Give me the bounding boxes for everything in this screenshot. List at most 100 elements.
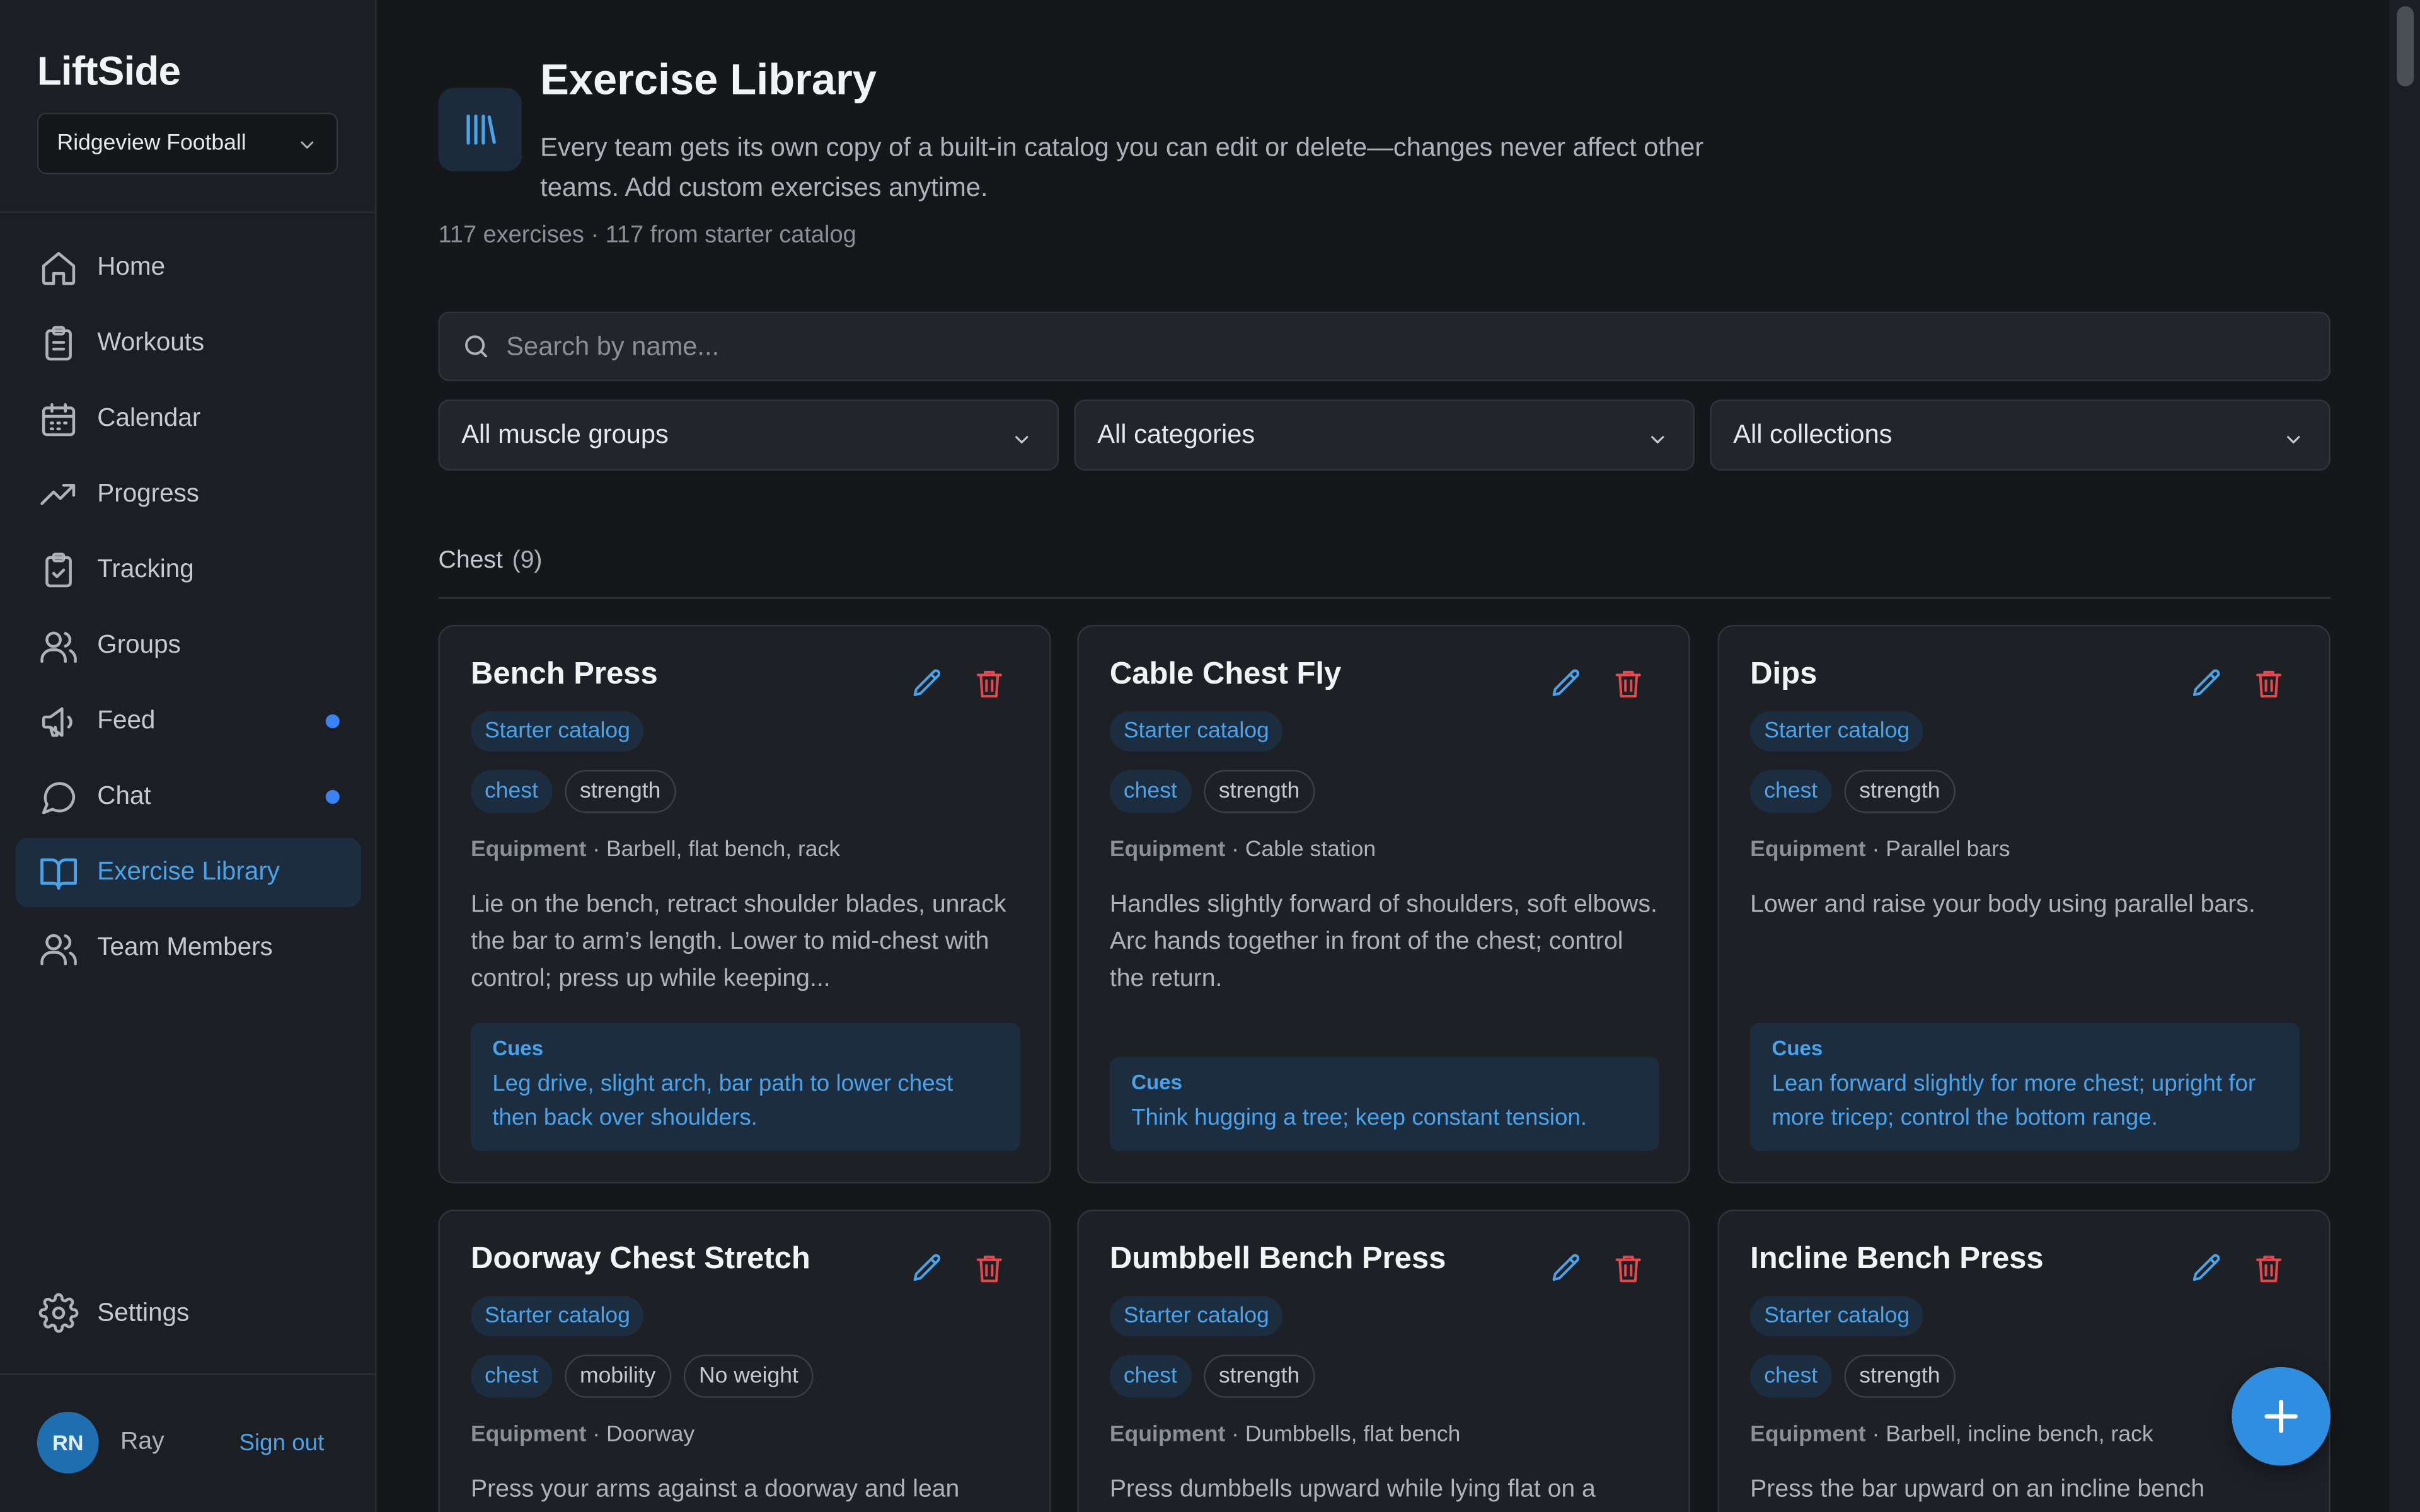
page-description: Every team gets its own copy of a built-… — [540, 132, 1704, 202]
sidebar-item-tracking[interactable]: Tracking — [15, 536, 361, 605]
sidebar-item-label: Team Members — [97, 933, 273, 961]
team-select-value: Ridgeview Football — [57, 131, 246, 156]
equipment-value: Barbell, flat bench, rack — [606, 837, 841, 862]
edit-icon[interactable] — [911, 1251, 945, 1285]
section-title: Chest — [438, 547, 503, 575]
add-exercise-button[interactable] — [2232, 1366, 2331, 1466]
exercise-description: Lie on the bench, retract shoulder blade… — [470, 891, 1006, 992]
sidebar-item-progress[interactable]: Progress — [15, 460, 361, 529]
sidebar-item-label: Groups — [97, 631, 181, 659]
category-select[interactable]: All categories — [1074, 399, 1695, 471]
scrollbar-thumb[interactable] — [2397, 6, 2414, 87]
cues-heading: Cues — [1772, 1036, 1823, 1060]
sidebar-item-groups[interactable]: Groups — [15, 611, 361, 680]
category-tag: strength — [1203, 770, 1315, 813]
exercise-description: Handles slightly forward of shoulders, s… — [1109, 891, 1657, 992]
cues-box: Cues Lean forward slightly for more ches… — [1750, 1022, 2300, 1151]
sign-out-link[interactable]: Sign out — [239, 1429, 324, 1456]
cues-heading: Cues — [1131, 1070, 1182, 1094]
chevron-down-icon — [1647, 427, 1668, 458]
trending-up-icon — [37, 473, 81, 517]
megaphone-icon — [37, 700, 81, 743]
weight-tag: No weight — [683, 1354, 814, 1398]
sidebar-item-exercise-library[interactable]: Exercise Library — [15, 837, 362, 908]
sidebar-item-calendar[interactable]: Calendar — [15, 384, 361, 454]
exercise-description: Press your arms against a doorway and le… — [470, 1476, 960, 1503]
library-icon — [438, 88, 522, 171]
sidebar-item-label: Settings — [97, 1298, 190, 1326]
cues-box: Cues Think hugging a tree; keep constant… — [1109, 1057, 1659, 1151]
home-icon — [37, 246, 81, 290]
equipment-line: Equipment · Doorway — [470, 1422, 695, 1448]
trash-icon[interactable] — [972, 667, 1006, 701]
sidebar-item-label: Home — [97, 253, 166, 281]
exercise-description: Press the bar upward on an incline bench — [1750, 1476, 2205, 1503]
cues-text: Lean forward slightly for more chest; up… — [1772, 1070, 2256, 1131]
source-badge: Starter catalog — [470, 711, 644, 752]
chevron-down-icon — [1011, 427, 1032, 458]
search-box — [438, 311, 2331, 381]
equipment-line: Equipment · Dumbbells, flat bench — [1109, 1422, 1461, 1448]
edit-icon[interactable] — [1550, 1251, 1584, 1285]
scrollbar-track[interactable] — [2389, 0, 2420, 1512]
trash-icon[interactable] — [2252, 1251, 2286, 1285]
calendar-icon — [37, 398, 81, 441]
source-badge: Starter catalog — [1109, 711, 1283, 752]
edit-icon[interactable] — [2190, 667, 2224, 701]
sidebar-item-chat[interactable]: Chat — [15, 762, 361, 832]
edit-icon[interactable] — [1550, 667, 1584, 701]
trash-icon[interactable] — [972, 1251, 1006, 1285]
edit-icon[interactable] — [2190, 1251, 2224, 1285]
exercise-title: Dumbbell Bench Press — [1109, 1242, 1446, 1276]
exercise-card[interactable]: Bench Press Starter catalog chest streng… — [438, 624, 1051, 1184]
sidebar-item-settings[interactable]: Settings — [37, 1292, 190, 1335]
trash-icon[interactable] — [2252, 667, 2286, 701]
edit-icon[interactable] — [911, 667, 945, 701]
search-input[interactable] — [503, 329, 2208, 364]
unread-dot — [325, 789, 340, 804]
exercise-card[interactable]: Dumbbell Bench Press Starter catalog che… — [1077, 1210, 1690, 1512]
muscle-tag: chest — [1750, 770, 1832, 813]
sidebar-item-feed[interactable]: Feed — [15, 687, 361, 756]
equipment-value: Cable station — [1245, 837, 1376, 862]
equipment-label: Equipment — [470, 1422, 587, 1448]
exercise-title: Dips — [1750, 657, 1818, 692]
exercise-card[interactable]: Cable Chest Fly Starter catalog chest st… — [1077, 624, 1690, 1184]
muscle-tag: chest — [1109, 770, 1191, 813]
tag-list: chest strength — [1109, 770, 1328, 813]
cues-heading: Cues — [492, 1036, 544, 1060]
section-divider — [438, 597, 2331, 599]
page-title: Exercise Library — [540, 55, 877, 104]
trash-icon[interactable] — [1611, 667, 1645, 701]
sidebar-item-label: Workouts — [97, 328, 205, 357]
plus-icon — [2259, 1395, 2303, 1438]
unread-dot — [325, 714, 340, 728]
message-circle-icon — [37, 776, 81, 819]
exercise-card[interactable]: Doorway Chest Stretch Starter catalog ch… — [438, 1210, 1051, 1512]
equipment-label: Equipment — [470, 837, 587, 862]
muscle-group-select[interactable]: All muscle groups — [438, 399, 1059, 471]
equipment-line: Equipment · Parallel bars — [1750, 837, 2010, 862]
clipboard-check-icon — [37, 549, 81, 592]
category-tag: mobility — [564, 1354, 671, 1398]
team-select[interactable]: Ridgeview Football — [37, 112, 338, 175]
exercise-card[interactable]: Incline Bench Press Starter catalog ches… — [1717, 1210, 2331, 1512]
cues-text: Think hugging a tree; keep constant tens… — [1131, 1104, 1587, 1131]
trash-icon[interactable] — [1611, 1251, 1645, 1285]
sidebar-nav: Home Workouts Calendar Progress Tracking… — [15, 233, 362, 989]
chevron-down-icon — [296, 134, 318, 162]
sidebar-item-label: Chat — [97, 782, 151, 810]
sidebar-item-home[interactable]: Home — [15, 233, 361, 302]
muscle-group-select-value: All muscle groups — [461, 420, 669, 449]
category-tag: strength — [564, 770, 676, 813]
sidebar-item-workouts[interactable]: Workouts — [15, 309, 361, 378]
equipment-label: Equipment — [1750, 837, 1866, 862]
collection-select-value: All collections — [1733, 420, 1893, 449]
category-tag: strength — [1843, 770, 1956, 813]
collection-select[interactable]: All collections — [1710, 399, 2331, 471]
exercise-card[interactable]: Dips Starter catalog chest strength Equi… — [1717, 624, 2331, 1184]
category-tag: strength — [1203, 1354, 1315, 1398]
category-select-value: All categories — [1097, 420, 1255, 449]
sidebar-item-team-members[interactable]: Team Members — [15, 914, 361, 983]
avatar[interactable]: RN — [37, 1411, 99, 1474]
